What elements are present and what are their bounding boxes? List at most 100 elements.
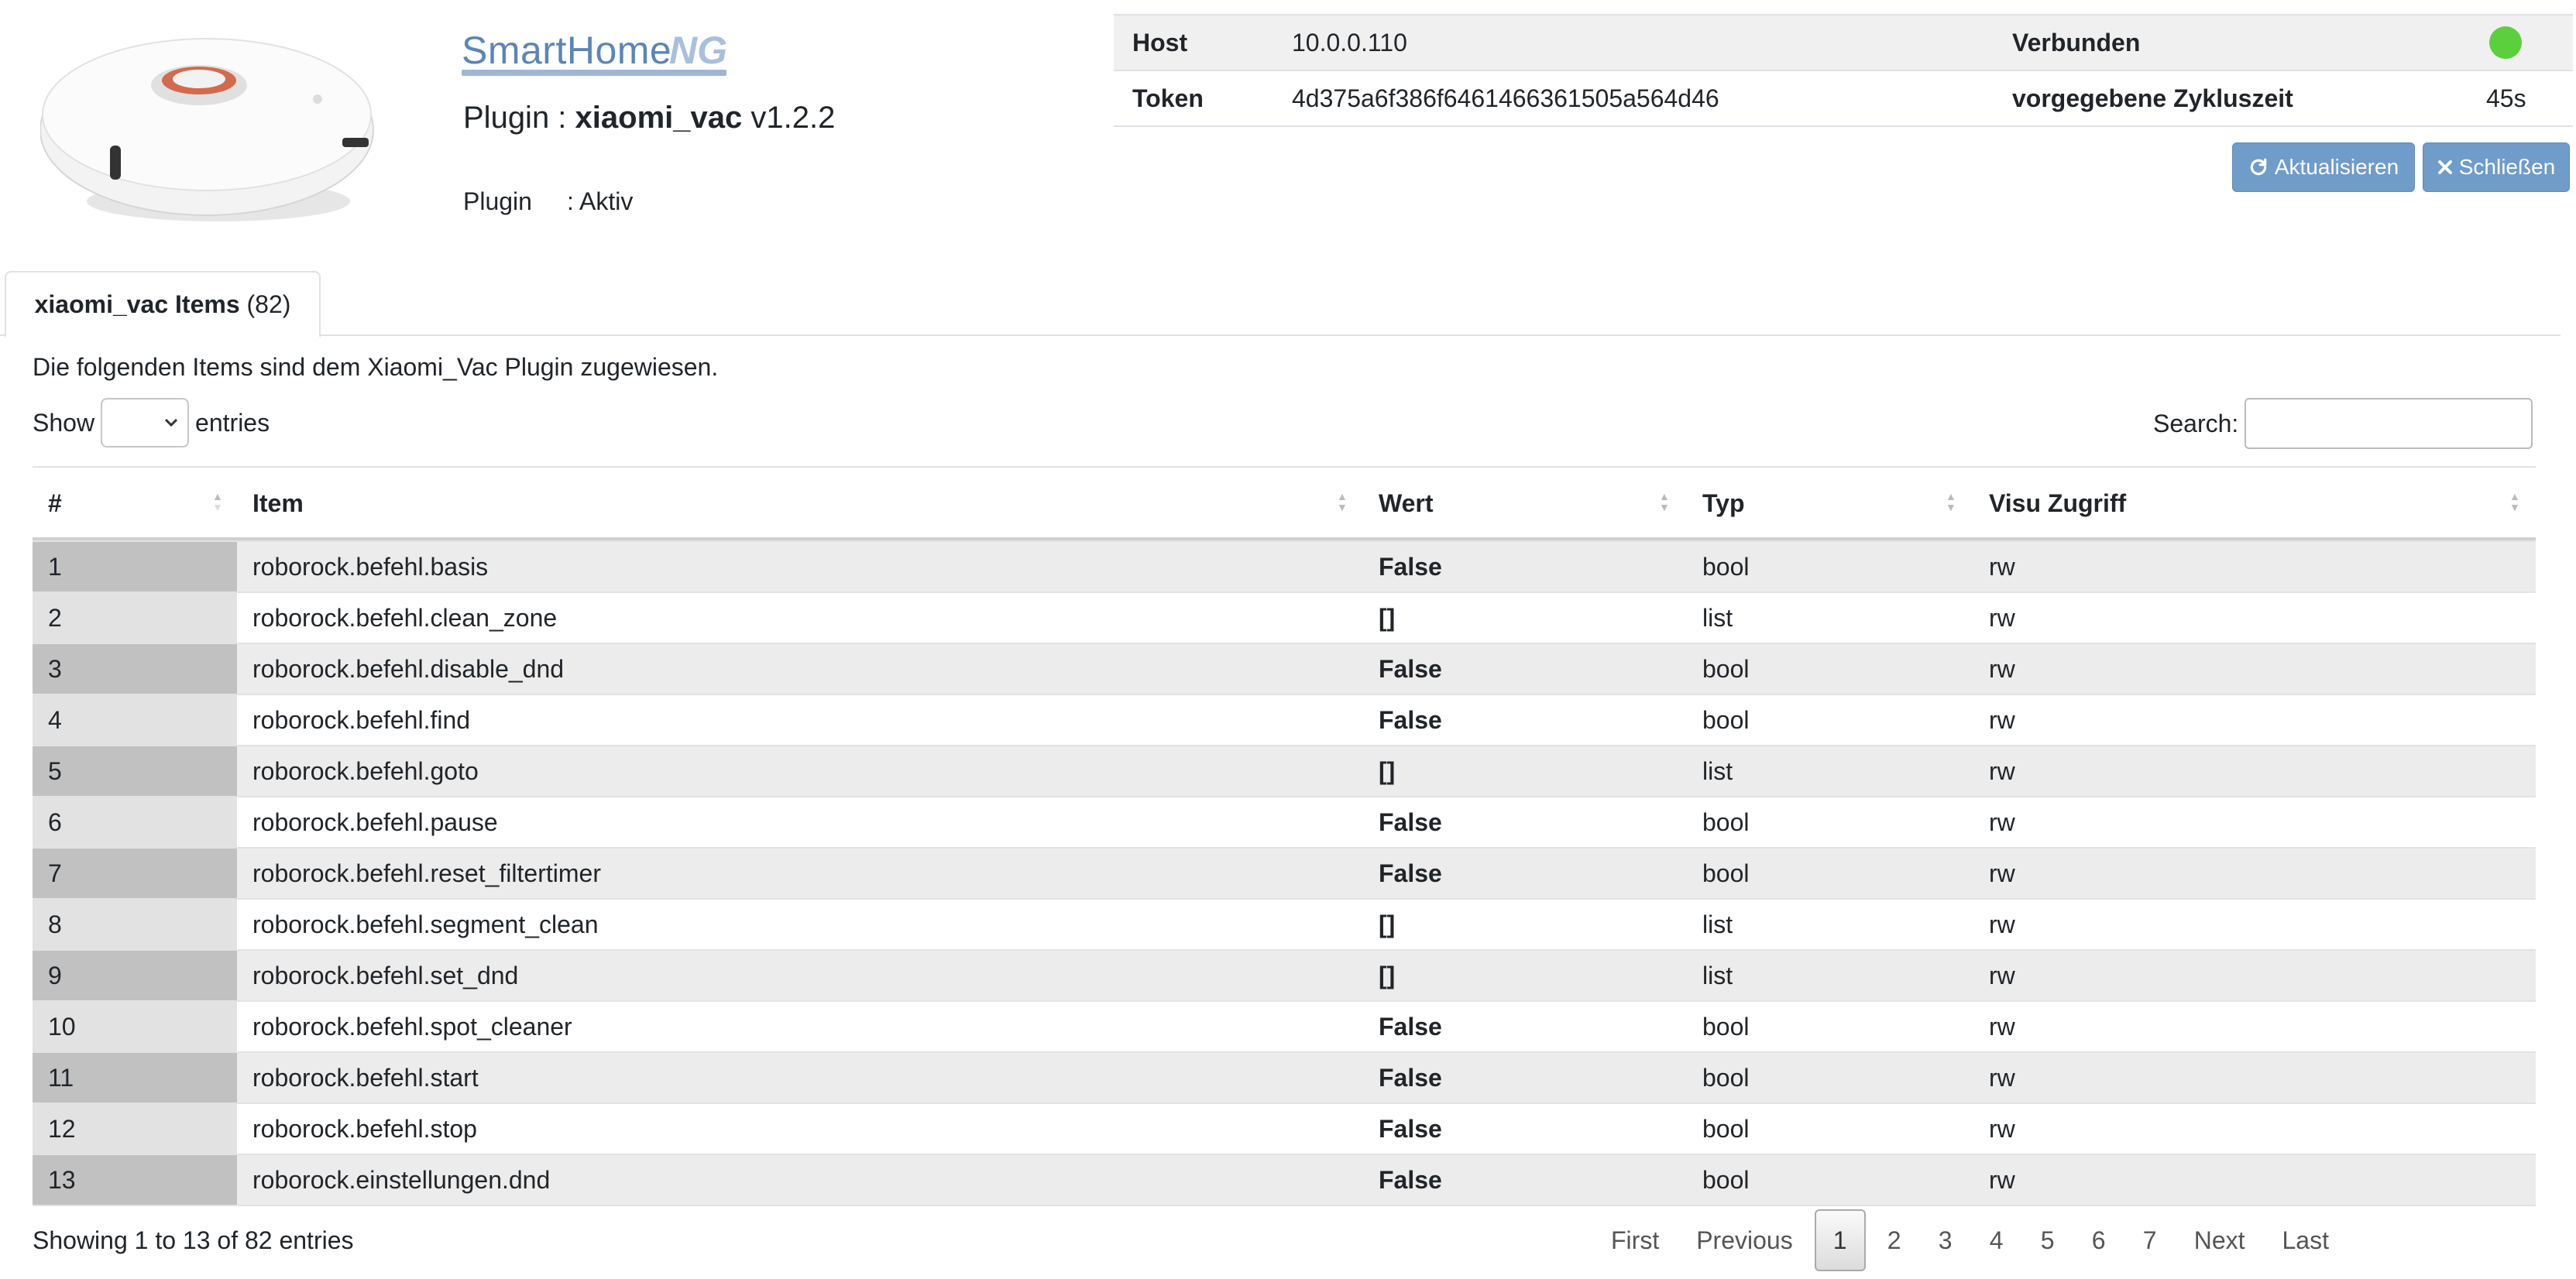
- entries-info: Showing 1 to 13 of 82 entries: [33, 1226, 354, 1254]
- cell-visu: rw: [1989, 1166, 2015, 1194]
- cell-typ: bool: [1702, 859, 1750, 887]
- cell-wert: False: [1379, 808, 1442, 836]
- chevron-down-icon: [164, 418, 178, 427]
- table-row[interactable]: 3 roborock.befehl.disable_dnd False bool rw: [33, 643, 2536, 694]
- pagination-page[interactable]: 5: [2022, 1209, 2073, 1271]
- cell-wert: []: [1379, 757, 1396, 785]
- row-number-cell: [33, 951, 237, 1000]
- cell-visu: rw: [1989, 808, 2015, 836]
- items-table: # ▲ ▼ Item ▲ ▼ Wert ▲ ▼ Typ ▲ ▼ Visu Zugriff…: [33, 466, 2536, 1206]
- search-control: Search:: [2153, 398, 2533, 449]
- table-body: 1 roborock.befehl.basis False bool rw 2 roboro…: [33, 540, 2536, 1205]
- cell-number: 12: [48, 1115, 76, 1143]
- column-header-num[interactable]: #: [48, 489, 62, 518]
- pagination-page[interactable]: 2: [1869, 1209, 1920, 1271]
- cell-number: 7: [48, 859, 62, 887]
- sort-icon: ▲ ▼: [2509, 490, 2520, 513]
- refresh-button[interactable]: Aktualisieren: [2232, 142, 2415, 192]
- tab-items[interactable]: xiaomi_vac Items (82): [5, 271, 321, 338]
- table-row[interactable]: 1 roborock.befehl.basis False bool rw: [33, 540, 2536, 591]
- cell-number: 3: [48, 655, 62, 683]
- column-header-typ[interactable]: Typ: [1702, 489, 1745, 518]
- cell-typ: bool: [1702, 808, 1750, 836]
- entries-select[interactable]: [101, 398, 190, 447]
- table-header: # ▲ ▼ Item ▲ ▼ Wert ▲ ▼ Typ ▲ ▼ Visu Zugriff…: [33, 466, 2536, 540]
- table-row[interactable]: 13 roborock.einstellungen.dnd False bool rw: [33, 1154, 2536, 1205]
- cell-number: 1: [48, 553, 62, 581]
- table-row[interactable]: 11 roborock.befehl.start False bool rw: [33, 1051, 2536, 1102]
- cell-visu: rw: [1989, 553, 2015, 581]
- pagination-pages: 1234567: [1812, 1209, 2176, 1271]
- cell-visu: rw: [1989, 910, 2015, 938]
- table-row[interactable]: 12 roborock.befehl.stop False bool rw: [33, 1102, 2536, 1154]
- table-row[interactable]: 2 roborock.befehl.clean_zone [] list rw: [33, 591, 2536, 643]
- plugin-status-label: Plugin: [463, 187, 532, 215]
- pagination-next[interactable]: Next: [2176, 1209, 2264, 1271]
- cell-typ: list: [1702, 910, 1733, 938]
- entries-label: entries: [195, 408, 270, 437]
- info-row-host: Host 10.0.0.110 Verbunden: [1114, 14, 2573, 70]
- table-row[interactable]: 6 roborock.befehl.pause False bool rw: [33, 796, 2536, 847]
- pagination-page[interactable]: 7: [2124, 1209, 2176, 1271]
- search-label: Search:: [2153, 409, 2239, 437]
- cell-number: 11: [48, 1064, 74, 1092]
- cell-item: roborock.befehl.basis: [252, 553, 489, 581]
- plugin-name: xiaomi_vac: [575, 101, 743, 135]
- cell-item: roborock.befehl.spot_cleaner: [252, 1013, 572, 1041]
- table-row[interactable]: 5 roborock.befehl.goto [] list rw: [33, 745, 2536, 796]
- plugin-status: Plugin : Aktiv: [463, 187, 633, 216]
- token-value: 4d375a6f386f6461466361505a564d46: [1292, 84, 1719, 112]
- cell-visu: rw: [1989, 655, 2015, 683]
- cell-wert: []: [1379, 962, 1396, 989]
- table-row[interactable]: 7 roborock.befehl.reset_filtertimer False b…: [33, 847, 2536, 898]
- smarthomeng-logo: SmartHome NG: [462, 14, 740, 77]
- cell-item: roborock.befehl.disable_dnd: [252, 655, 565, 683]
- logo-text: SmartHome: [462, 29, 672, 72]
- cell-number: 5: [48, 757, 62, 785]
- pagination-page[interactable]: 1: [1814, 1209, 1866, 1271]
- cell-number: 9: [48, 962, 62, 989]
- sort-icon: ▲ ▼: [1337, 490, 1348, 513]
- cell-wert: False: [1379, 1013, 1442, 1041]
- pagination-page[interactable]: 4: [1971, 1209, 2022, 1271]
- table-row[interactable]: 9 roborock.befehl.set_dnd [] list rw: [33, 949, 2536, 1000]
- close-button[interactable]: Schließen: [2423, 142, 2570, 192]
- cell-typ: list: [1702, 757, 1733, 785]
- column-header-item[interactable]: Item: [252, 489, 304, 518]
- table-row[interactable]: 4 roborock.befehl.find False bool rw: [33, 694, 2536, 745]
- cycle-value: 45s: [2486, 84, 2526, 112]
- cell-wert: []: [1379, 910, 1396, 938]
- table-row[interactable]: 8 roborock.befehl.segment_clean [] list rw: [33, 898, 2536, 949]
- column-header-visu[interactable]: Visu Zugriff: [1989, 489, 2126, 518]
- table-row[interactable]: 10 roborock.befehl.spot_cleaner False bool r…: [33, 1000, 2536, 1051]
- refresh-label: Aktualisieren: [2274, 155, 2399, 179]
- column-header-wert[interactable]: Wert: [1379, 489, 1434, 518]
- pagination-previous[interactable]: Previous: [1678, 1209, 1812, 1271]
- pagination-last[interactable]: Last: [2264, 1209, 2348, 1271]
- info-row-token: Token 4d375a6f386f6461466361505a564d46 v…: [1114, 70, 2573, 125]
- logo-text-ng: NG: [669, 29, 727, 72]
- cell-visu: rw: [1989, 1013, 2015, 1041]
- cell-wert: False: [1379, 655, 1442, 683]
- host-value: 10.0.0.110: [1292, 29, 1407, 57]
- connected-label: Verbunden: [2012, 29, 2141, 57]
- cell-item: roborock.befehl.clean_zone: [252, 604, 558, 632]
- pagination-page[interactable]: 6: [2073, 1209, 2124, 1271]
- connected-status-icon: [2489, 26, 2522, 59]
- plugin-prefix: Plugin :: [463, 101, 567, 135]
- cell-item: roborock.befehl.goto: [252, 757, 479, 785]
- cell-visu: rw: [1989, 962, 2015, 989]
- cell-typ: bool: [1702, 553, 1750, 581]
- plugin-title: Plugin : xiaomi_vac v1.2.2: [463, 101, 835, 135]
- pagination-first[interactable]: First: [1592, 1209, 1678, 1271]
- pagination-page[interactable]: 3: [1920, 1209, 1971, 1271]
- host-label: Host: [1132, 29, 1188, 57]
- cell-visu: rw: [1989, 859, 2015, 887]
- plugin-status-value: : Aktiv: [567, 187, 634, 215]
- search-input[interactable]: [2245, 398, 2533, 449]
- cell-wert: []: [1379, 604, 1396, 632]
- cell-item: roborock.einstellungen.dnd: [252, 1166, 551, 1194]
- cell-number: 8: [48, 910, 62, 938]
- cell-typ: bool: [1702, 1115, 1750, 1143]
- cell-wert: False: [1379, 1064, 1442, 1092]
